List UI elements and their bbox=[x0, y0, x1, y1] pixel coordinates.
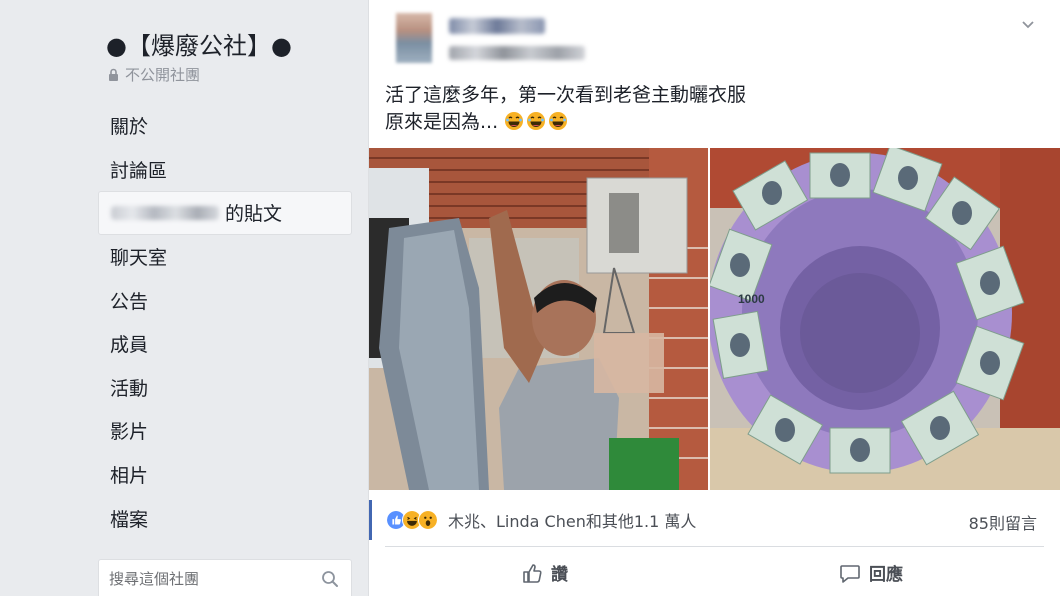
group-name[interactable]: ●【爆廢公社】● bbox=[106, 26, 292, 61]
like-label: 讚 bbox=[551, 565, 568, 585]
nav-item-label: 成員 bbox=[110, 334, 149, 357]
nav-item-label: 討論區 bbox=[110, 159, 168, 182]
post-text-line1: 活了這麼多年，第一次看到老爸主動曬衣服 bbox=[385, 84, 747, 106]
photo-bucket-with-banknotes[interactable]: 1000 bbox=[710, 148, 1060, 490]
post-photos: 1000 bbox=[369, 148, 1060, 490]
photo-man-hanging-clothes[interactable] bbox=[369, 148, 708, 490]
group-search-box bbox=[98, 559, 352, 596]
post-text-line2-wrap: 原來是因為... bbox=[385, 109, 746, 136]
banknote-value-text: 1000 bbox=[738, 292, 765, 306]
group-sidebar: ●【爆廢公社】● 不公開社團 關於 討論區 的貼文 聊天室 公告 成員 活動 影… bbox=[0, 0, 362, 596]
nav-item-files[interactable]: 檔案 bbox=[98, 496, 352, 540]
privacy-label: 不公開社團 bbox=[125, 66, 201, 84]
chevron-down-icon[interactable] bbox=[1020, 16, 1036, 32]
post-timestamp-blurred[interactable] bbox=[449, 46, 585, 60]
nav-item-label: 相片 bbox=[110, 465, 149, 488]
group-search-input[interactable] bbox=[109, 570, 309, 588]
comments-count[interactable]: 85則留言 bbox=[969, 510, 1037, 534]
nav-item-about[interactable]: 關於 bbox=[98, 104, 352, 148]
like-button[interactable]: 讚 bbox=[521, 560, 568, 585]
nav-item-chat[interactable]: 聊天室 bbox=[98, 235, 352, 279]
post-card: 活了這麼多年，第一次看到老爸主動曬衣服 原來是因為... 1000 木兆、Lin… bbox=[368, 0, 1060, 596]
comment-button[interactable]: 回應 bbox=[839, 560, 903, 585]
nav-item-label: 公告 bbox=[110, 290, 149, 313]
group-nav: 關於 討論區 的貼文 聊天室 公告 成員 活動 影片 相片 檔案 bbox=[98, 104, 352, 540]
search-icon[interactable] bbox=[321, 570, 339, 588]
blurred-user-name bbox=[111, 205, 219, 220]
nav-item-photos[interactable]: 相片 bbox=[98, 453, 352, 497]
emoji-row bbox=[504, 111, 568, 131]
laugh-emoji-icon bbox=[505, 112, 524, 130]
post-text-line2: 原來是因為... bbox=[385, 111, 499, 133]
post-text: 活了這麼多年，第一次看到老爸主動曬衣服 原來是因為... bbox=[385, 82, 746, 136]
laugh-emoji-icon bbox=[549, 112, 568, 130]
nav-item-label: 關於 bbox=[110, 116, 149, 139]
photo-bucket-with-banknotes-illustration: 1000 bbox=[710, 148, 1060, 490]
nav-item-label: 聊天室 bbox=[110, 247, 168, 270]
actions-divider bbox=[385, 546, 1044, 547]
reaction-icons bbox=[386, 510, 438, 530]
nav-item-announcements[interactable]: 公告 bbox=[98, 278, 352, 322]
lock-icon bbox=[109, 68, 118, 81]
photo-man-hanging-clothes-illustration bbox=[369, 148, 708, 490]
group-privacy: 不公開社團 bbox=[108, 64, 200, 85]
nav-item-label: 活動 bbox=[110, 377, 149, 400]
wow-reaction-icon bbox=[418, 510, 438, 530]
comment-label: 回應 bbox=[869, 565, 903, 585]
author-avatar[interactable] bbox=[396, 13, 432, 63]
reactions-summary[interactable]: 木兆、Linda Chen和其他1.1 萬人 85則留言 bbox=[369, 500, 1060, 540]
nav-item-events[interactable]: 活動 bbox=[98, 366, 352, 410]
comment-icon bbox=[840, 564, 860, 583]
like-icon bbox=[523, 563, 542, 583]
nav-item-members[interactable]: 成員 bbox=[98, 322, 352, 366]
nav-item-label: 的貼文 bbox=[225, 203, 283, 226]
reactions-text[interactable]: 木兆、Linda Chen和其他1.1 萬人 bbox=[448, 508, 696, 532]
nav-item-videos[interactable]: 影片 bbox=[98, 409, 352, 453]
post-actions: 讚 回應 bbox=[369, 552, 1060, 596]
nav-item-label: 檔案 bbox=[110, 508, 149, 531]
author-name-blurred[interactable] bbox=[449, 18, 545, 34]
nav-item-user-posts[interactable]: 的貼文 bbox=[98, 191, 352, 235]
laugh-emoji-icon bbox=[527, 112, 546, 130]
nav-item-label: 影片 bbox=[110, 421, 149, 444]
nav-item-discussion[interactable]: 討論區 bbox=[98, 148, 352, 192]
